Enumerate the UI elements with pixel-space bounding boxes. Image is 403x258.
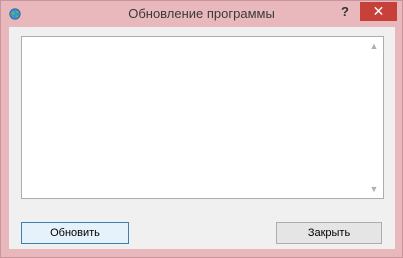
update-button[interactable]: Обновить xyxy=(21,222,129,244)
update-log-textarea[interactable]: ▲ ▼ xyxy=(21,36,384,199)
dialog-body: ▲ ▼ Обновить Закрыть xyxy=(9,27,395,249)
close-button[interactable]: Закрыть xyxy=(276,222,382,244)
scroll-down-icon[interactable]: ▼ xyxy=(368,183,380,195)
update-dialog: Обновление программы ? ✕ ▲ ▼ Обновить За… xyxy=(0,0,403,258)
scroll-up-icon[interactable]: ▲ xyxy=(368,40,380,52)
close-window-button[interactable]: ✕ xyxy=(360,2,397,21)
title-bar[interactable]: Обновление программы ? ✕ xyxy=(1,1,402,27)
help-button[interactable]: ? xyxy=(332,3,358,21)
